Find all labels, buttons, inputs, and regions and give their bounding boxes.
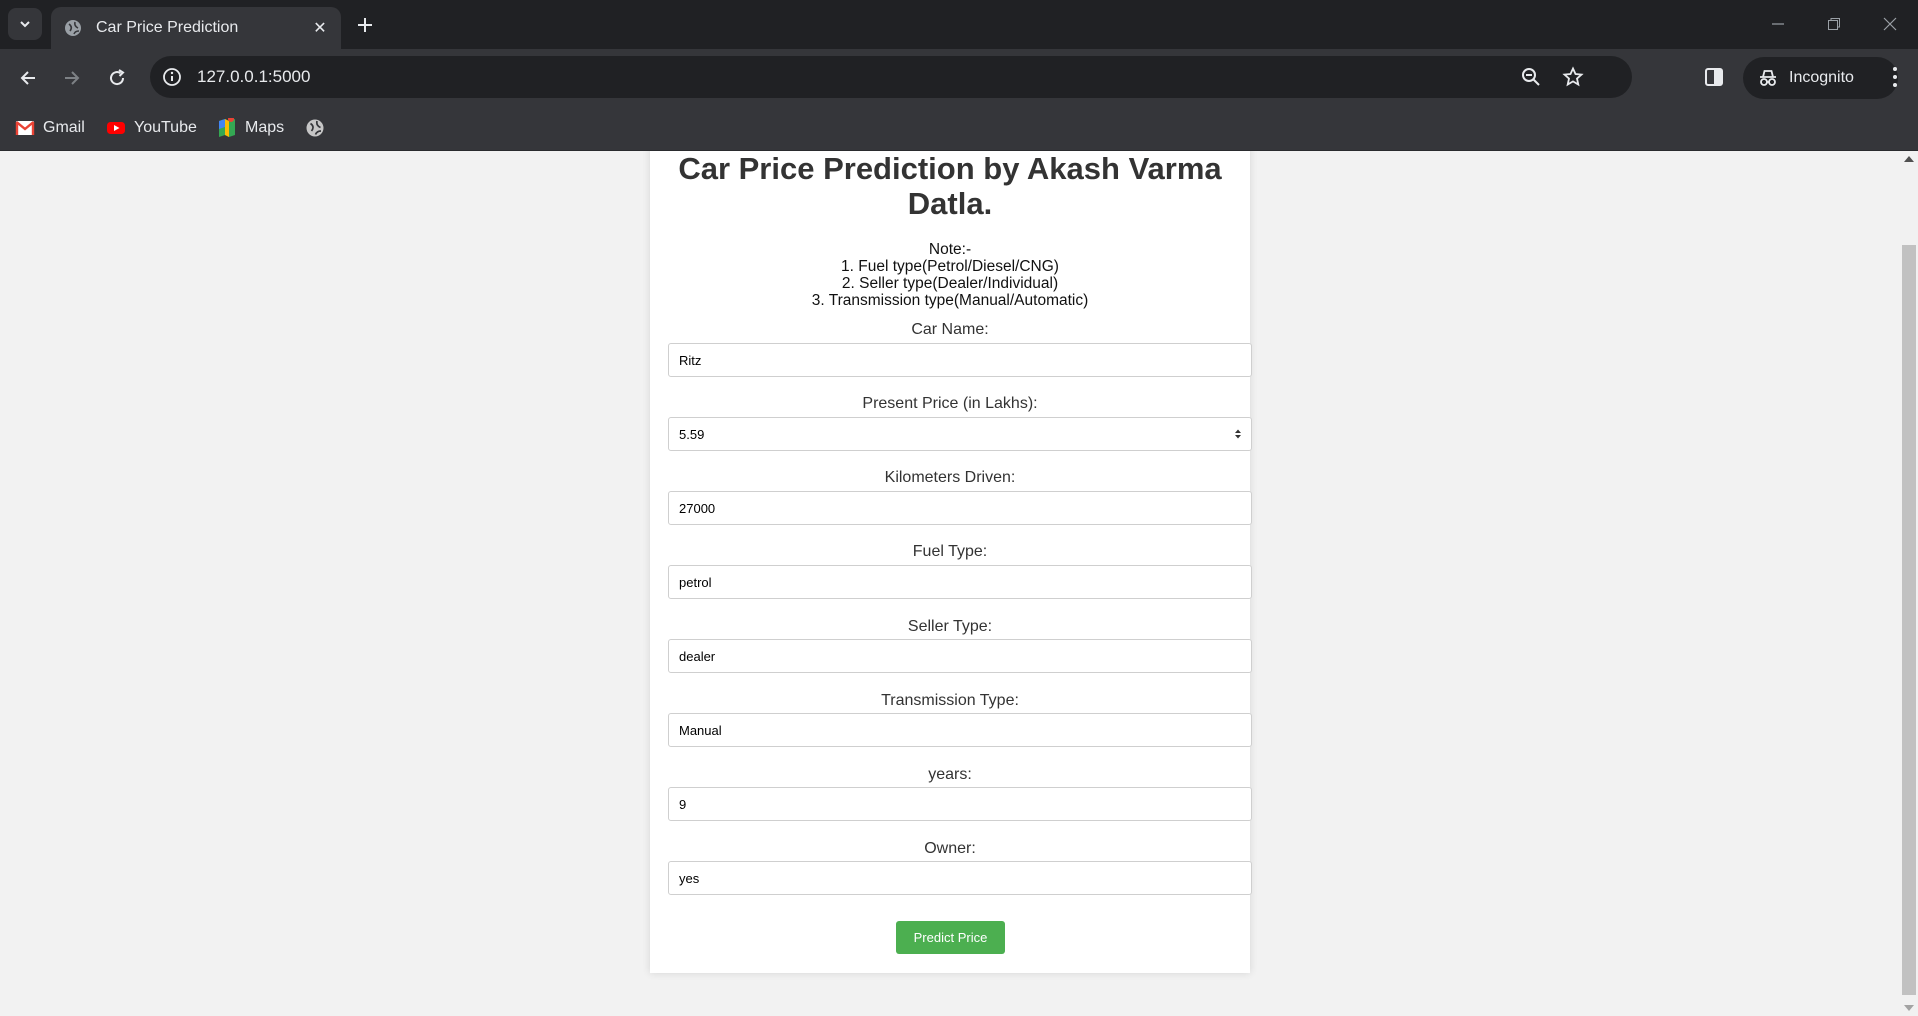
page-viewport: Car Price Prediction by Akash Varma Datl… — [0, 151, 1900, 1016]
transmission-type-label: Transmission Type: — [881, 692, 1019, 709]
incognito-badge[interactable]: Incognito — [1743, 57, 1898, 99]
arrow-left-icon — [20, 71, 35, 85]
page-scrollbar[interactable] — [1900, 151, 1918, 1016]
bookmark-label: Maps — [245, 119, 285, 136]
fuel-type-label: Fuel Type: — [912, 543, 988, 560]
youtube-icon — [107, 122, 125, 134]
bookmarks-bar: Gmail YouTube Maps — [0, 106, 1918, 151]
globe-icon — [306, 119, 324, 137]
site-info-icon[interactable] — [161, 66, 183, 88]
url-text[interactable]: 127.0.0.1:5000 — [197, 67, 310, 87]
zoom-icon[interactable] — [1520, 66, 1542, 88]
note-line-seller: 2. Seller type(Dealer/Individual) — [841, 275, 1059, 292]
prediction-form-card: Car Price Prediction by Akash Varma Datl… — [650, 151, 1252, 973]
bookmark-star-icon[interactable] — [1562, 66, 1584, 88]
close-tab-icon[interactable]: ✕ — [309, 17, 331, 39]
seller-type-input[interactable] — [668, 639, 1252, 673]
note-section: Note:- 1. Fuel type(Petrol/Diesel/CNG) 2… — [650, 241, 1250, 309]
plus-icon — [358, 18, 372, 32]
side-panel-icon[interactable] — [1703, 66, 1725, 88]
number-spinner-icon[interactable] — [1234, 428, 1242, 440]
scroll-down-arrow-icon[interactable] — [1904, 1005, 1914, 1011]
new-tab-button[interactable] — [351, 12, 379, 38]
more-options-icon[interactable] — [1883, 64, 1907, 90]
present-price-input[interactable] — [668, 417, 1252, 451]
arrow-right-icon — [65, 71, 80, 85]
chevron-down-icon — [20, 21, 30, 28]
bookmark-youtube[interactable]: YouTube — [106, 116, 197, 140]
page-title: Car Price Prediction by Akash Varma Datl… — [678, 151, 1222, 221]
owner-input[interactable] — [668, 861, 1252, 895]
reload-button[interactable] — [102, 63, 132, 93]
back-button[interactable] — [13, 63, 43, 93]
incognito-label: Incognito — [1789, 69, 1854, 86]
years-input[interactable] — [668, 787, 1252, 821]
present-price-wrapper — [650, 417, 1252, 451]
bookmark-maps[interactable]: Maps — [217, 116, 284, 140]
tab-search-button[interactable] — [8, 8, 42, 40]
tab-strip: Car Price Prediction ✕ — [0, 0, 1918, 49]
reload-icon — [110, 69, 125, 86]
note-line-fuel: 1. Fuel type(Petrol/Diesel/CNG) — [841, 258, 1059, 275]
address-bar[interactable]: 127.0.0.1:5000 — [150, 56, 1632, 98]
scroll-up-arrow-icon[interactable] — [1904, 156, 1914, 162]
scrollbar-thumb[interactable] — [1902, 245, 1916, 995]
tab-title: Car Price Prediction — [96, 19, 239, 36]
tab-active[interactable]: Car Price Prediction ✕ — [51, 7, 341, 49]
years-label: years: — [928, 766, 972, 783]
minimize-button[interactable] — [1758, 10, 1798, 38]
bookmark-label: YouTube — [134, 119, 197, 136]
restore-icon — [1828, 18, 1840, 30]
kilometers-driven-input[interactable] — [668, 491, 1252, 525]
car-name-input[interactable] — [668, 343, 1252, 377]
forward-button[interactable] — [57, 63, 87, 93]
note-line-transmission: 3. Transmission type(Manual/Automatic) — [811, 292, 1089, 309]
maps-icon — [219, 118, 235, 137]
gmail-icon — [15, 121, 35, 135]
globe-icon — [64, 19, 82, 37]
bookmark-gmail[interactable]: Gmail — [15, 116, 85, 140]
minimize-icon — [1772, 23, 1784, 25]
car-name-label: Car Name: — [911, 321, 989, 338]
incognito-icon — [1760, 70, 1776, 86]
close-window-button[interactable] — [1870, 10, 1910, 38]
transmission-type-input[interactable] — [668, 713, 1252, 747]
browser-toolbar: 127.0.0.1:5000 Incognito — [0, 49, 1918, 106]
fuel-type-input[interactable] — [668, 565, 1252, 599]
restore-button[interactable] — [1814, 10, 1854, 38]
bookmark-site[interactable] — [305, 116, 333, 140]
bookmark-label: Gmail — [43, 119, 85, 136]
owner-label: Owner: — [924, 840, 976, 857]
close-icon — [1883, 17, 1897, 31]
note-heading: Note:- — [928, 241, 972, 258]
kilometers-driven-label: Kilometers Driven: — [884, 469, 1016, 486]
predict-price-button[interactable]: Predict Price — [896, 921, 1005, 954]
seller-type-label: Seller Type: — [907, 618, 993, 635]
present-price-label: Present Price (in Lakhs): — [862, 395, 1038, 412]
